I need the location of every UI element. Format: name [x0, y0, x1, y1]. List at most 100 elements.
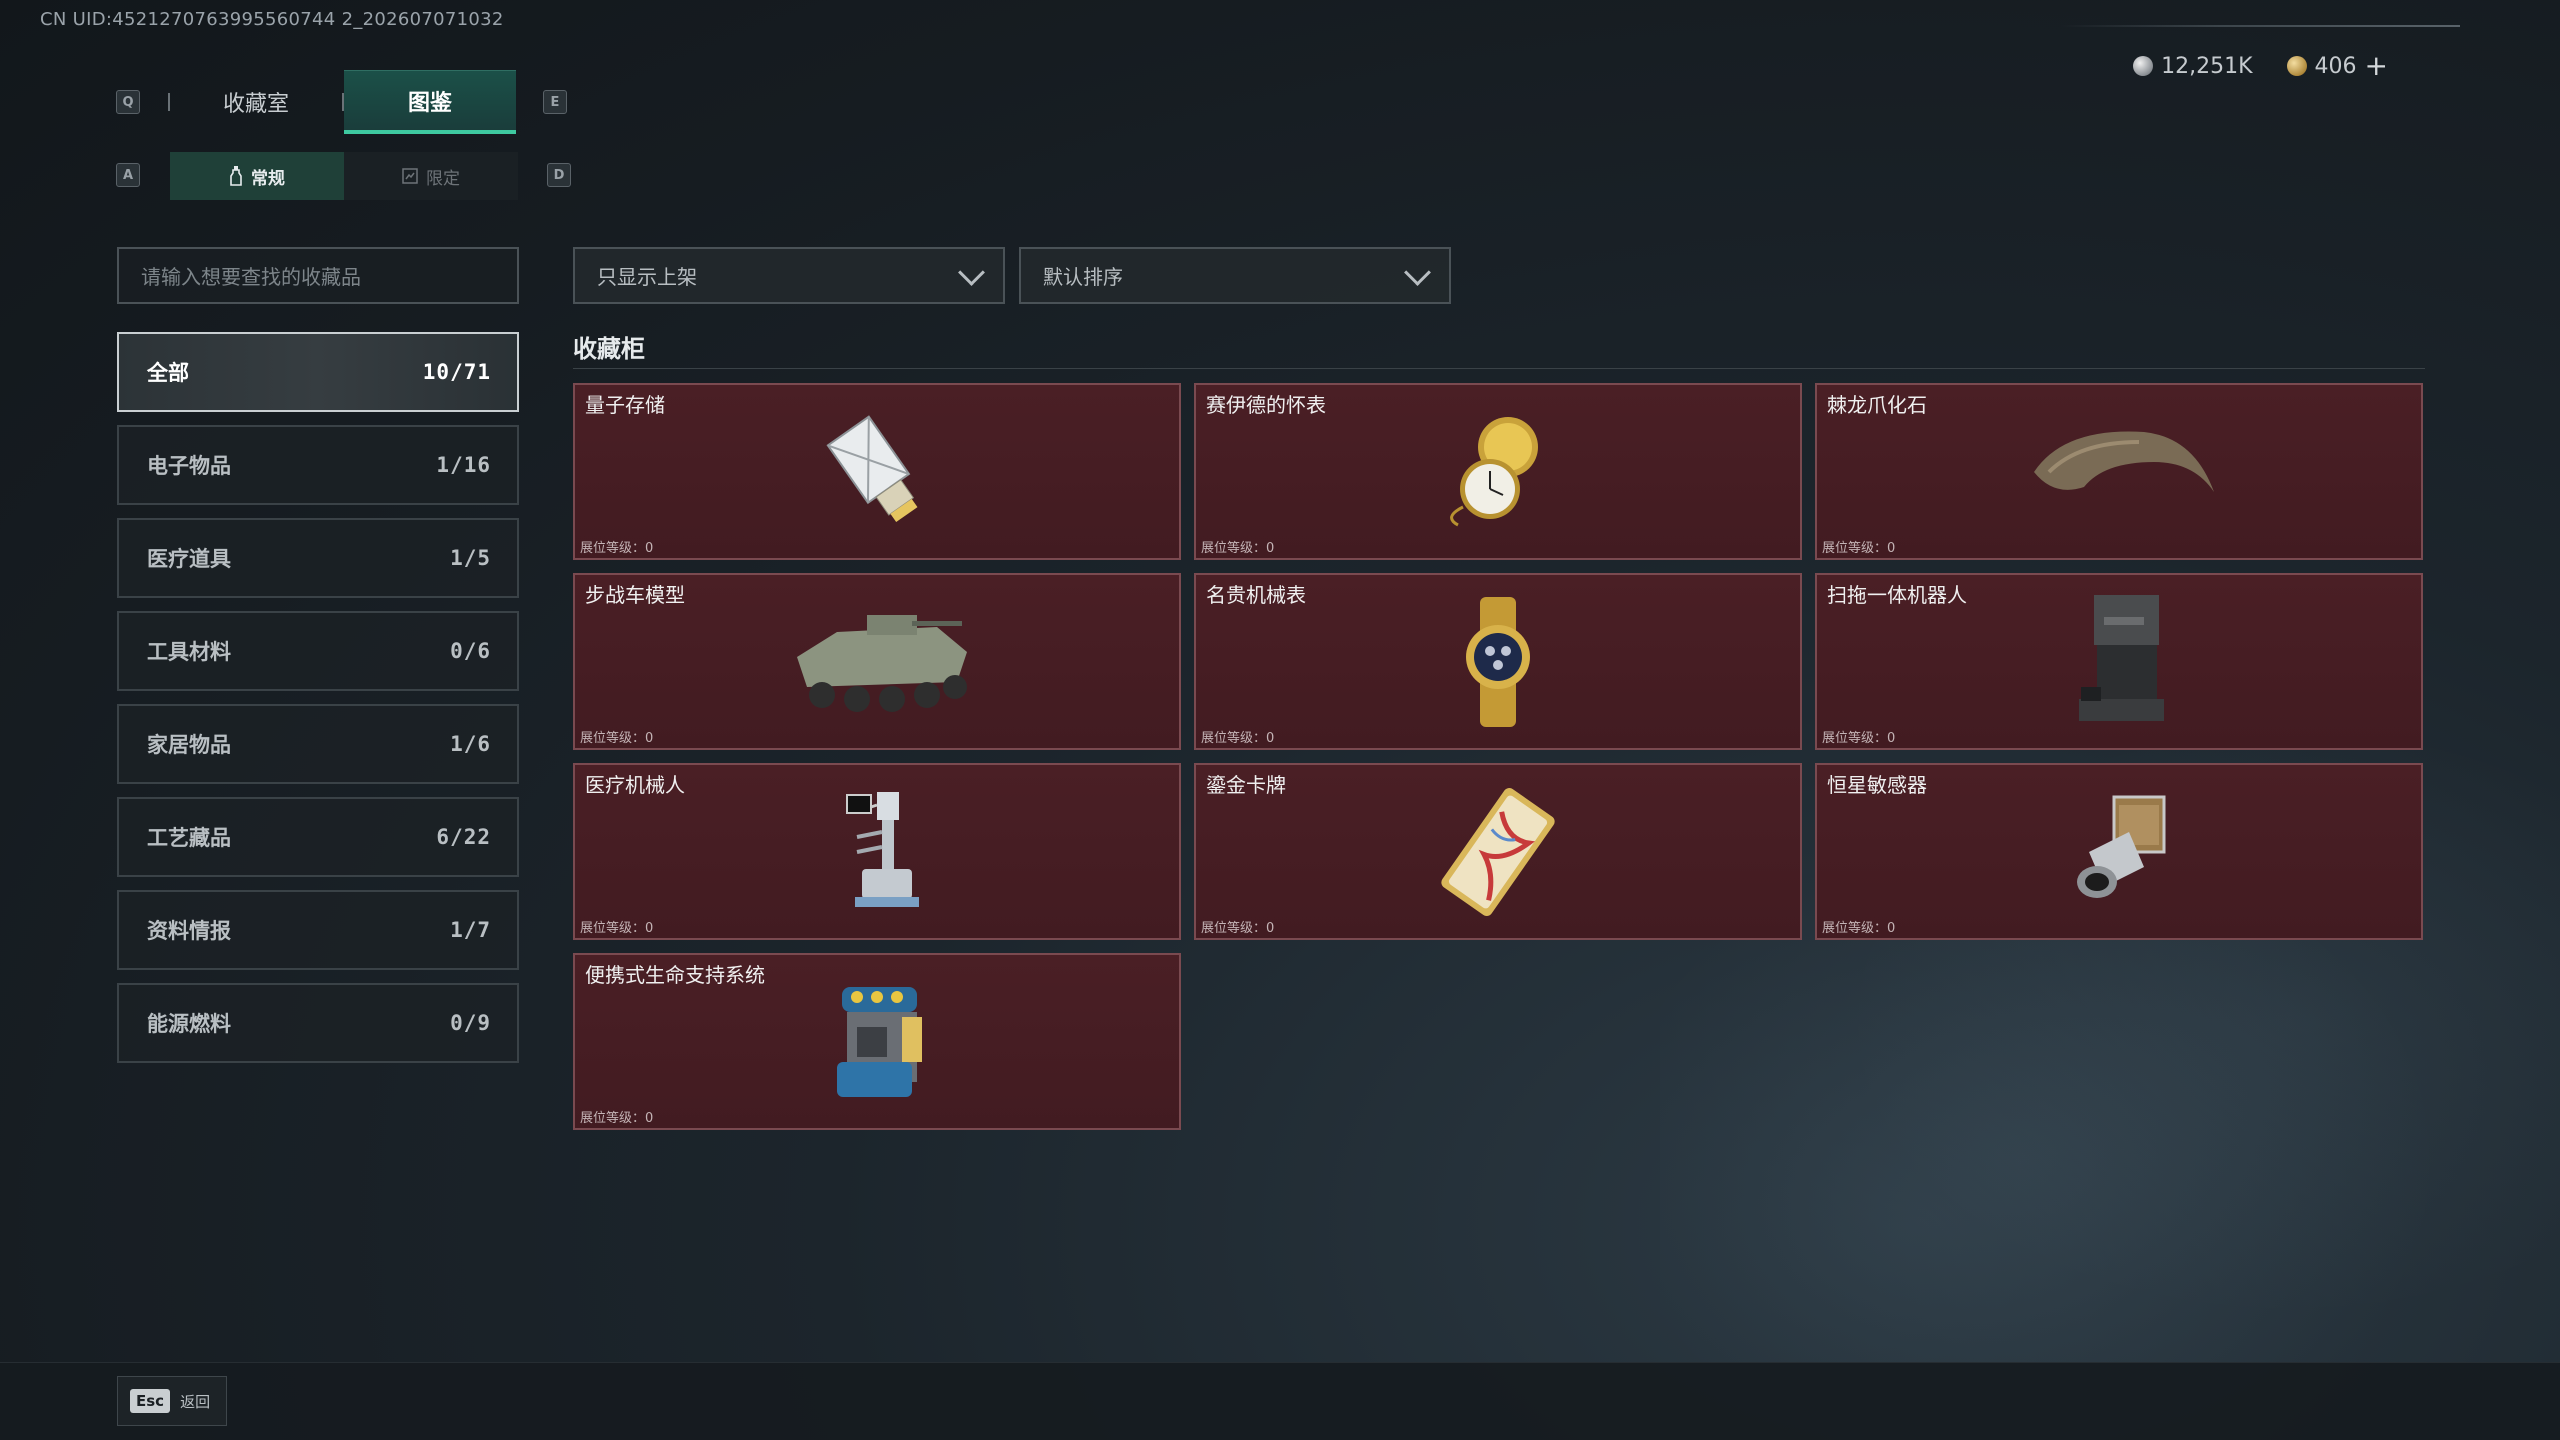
item-card[interactable]: 棘龙爪化石 展位等级：0	[1815, 383, 2423, 560]
key-hint-e: E	[543, 90, 567, 114]
silver-currency: 12,251K	[2133, 53, 2253, 79]
bottle-icon	[230, 166, 242, 186]
item-name: 赛伊德的怀表	[1206, 393, 1326, 417]
back-label: 返回	[180, 1392, 211, 1411]
display-level: 展位等级：0	[580, 921, 654, 936]
limited-icon	[402, 168, 418, 184]
sort-dropdown[interactable]: 默认排序	[1019, 247, 1451, 304]
key-hint-a: A	[116, 163, 140, 187]
item-card[interactable]: 名贵机械表 展位等级：0	[1194, 573, 1802, 750]
category-label: 电子物品	[147, 454, 231, 478]
category-intel[interactable]: 资料情报 1/7	[117, 890, 519, 970]
item-name: 恒星敏感器	[1827, 773, 1927, 797]
category-count: 6/22	[436, 825, 491, 849]
category-electronics[interactable]: 电子物品 1/16	[117, 425, 519, 505]
silver-coin-icon	[2133, 56, 2154, 76]
category-count: 0/6	[450, 639, 491, 663]
bottom-bar: Esc 返回	[0, 1362, 2560, 1440]
item-card[interactable]: 便携式生命支持系统 展位等级：0	[573, 953, 1181, 1130]
category-label: 能源燃料	[147, 1012, 231, 1036]
life-support-icon	[837, 986, 922, 1097]
display-level: 展位等级：0	[1201, 731, 1275, 746]
category-tools[interactable]: 工具材料 0/6	[117, 611, 519, 691]
tab-collection-room[interactable]: 收藏室	[170, 70, 342, 134]
display-level: 展位等级：0	[580, 731, 654, 746]
display-level: 展位等级：0	[1822, 921, 1896, 936]
gold-amount: 406	[2314, 53, 2357, 79]
key-hint-q: Q	[116, 90, 140, 114]
item-card[interactable]: 医疗机械人 展位等级：0	[573, 763, 1181, 940]
category-count: 1/5	[450, 546, 491, 570]
search-input[interactable]: 请输入想要查找的收藏品	[117, 247, 519, 304]
category-energy[interactable]: 能源燃料 0/9	[117, 983, 519, 1063]
category-count: 1/6	[450, 732, 491, 756]
item-card[interactable]: 量子存储 展位等级：0	[573, 383, 1181, 560]
gold-currency[interactable]: 406 +	[2286, 52, 2388, 80]
category-count: 10/71	[422, 360, 491, 384]
subtab-regular-label: 常规	[251, 168, 285, 189]
display-level: 展位等级：0	[1201, 541, 1275, 556]
item-name: 医疗机械人	[585, 773, 685, 797]
category-count: 1/7	[450, 918, 491, 942]
silver-amount: 12,251K	[2161, 53, 2253, 79]
category-household[interactable]: 家居物品 1/6	[117, 704, 519, 784]
player-uid: CN UID:4521270763995560744 2_20260707103…	[40, 9, 504, 30]
category-all[interactable]: 全部 10/71	[117, 332, 519, 412]
wristwatch-icon	[1466, 596, 1530, 727]
item-card[interactable]: 扫拖一体机器人 展位等级：0	[1815, 573, 2423, 750]
subtab-limited-label: 限定	[426, 168, 460, 189]
item-name: 步战车模型	[585, 583, 685, 607]
item-name: 棘龙爪化石	[1827, 393, 1927, 417]
category-label: 工艺藏品	[147, 826, 231, 850]
header-divider	[2060, 25, 2460, 27]
display-level: 展位等级：0	[580, 541, 654, 556]
shelf-filter-dropdown[interactable]: 只显示上架	[573, 247, 1005, 304]
subtab-regular[interactable]: 常规	[170, 152, 344, 200]
category-count: 1/16	[436, 453, 491, 477]
mop-robot-icon	[2079, 594, 2164, 721]
add-currency-icon[interactable]: +	[2365, 52, 2388, 80]
claw-fossil-icon	[2034, 431, 2214, 492]
chevron-down-icon	[1405, 265, 1427, 287]
ifv-model-icon	[797, 614, 967, 712]
usb-drive-icon	[826, 414, 918, 522]
display-level: 展位等级：0	[1201, 921, 1275, 936]
item-card[interactable]: 赛伊德的怀表 展位等级：0	[1194, 383, 1802, 560]
display-level: 展位等级：0	[1822, 731, 1896, 746]
category-label: 家居物品	[147, 733, 231, 757]
category-count: 0/9	[450, 1011, 491, 1035]
sub-tabs: 常规 限定	[170, 152, 518, 200]
item-name: 扫拖一体机器人	[1827, 583, 1967, 607]
display-level: 展位等级：0	[580, 1111, 654, 1126]
back-button[interactable]: Esc 返回	[117, 1376, 227, 1426]
tab-catalog[interactable]: 图鉴	[344, 70, 516, 134]
top-tabs: 收藏室 图鉴	[168, 70, 516, 134]
item-card[interactable]: 恒星敏感器 展位等级：0	[1815, 763, 2423, 940]
star-sensor-icon	[2077, 795, 2166, 898]
currency-bar: 12,251K 406 +	[2133, 52, 2388, 80]
display-level: 展位等级：0	[1822, 541, 1896, 556]
gold-coin-icon	[2286, 56, 2307, 76]
item-name: 名贵机械表	[1206, 583, 1306, 607]
chevron-down-icon	[959, 265, 981, 287]
medical-robot-icon	[846, 791, 919, 907]
gilded-card-icon	[1441, 787, 1555, 916]
item-name: 鎏金卡牌	[1206, 773, 1286, 797]
category-label: 工具材料	[147, 640, 231, 664]
category-crafts[interactable]: 工艺藏品 6/22	[117, 797, 519, 877]
esc-key-icon: Esc	[130, 1389, 171, 1413]
category-label: 全部	[147, 361, 189, 385]
shelf-filter-value: 只显示上架	[597, 265, 697, 289]
sort-value: 默认排序	[1043, 265, 1123, 289]
category-medical[interactable]: 医疗道具 1/5	[117, 518, 519, 598]
section-title: 收藏柜	[573, 335, 645, 363]
key-hint-d: D	[547, 163, 571, 187]
item-card[interactable]: 步战车模型 展位等级：0	[573, 573, 1181, 750]
category-label: 资料情报	[147, 919, 231, 943]
item-card[interactable]: 鎏金卡牌 展位等级：0	[1194, 763, 1802, 940]
category-label: 医疗道具	[147, 547, 231, 571]
pocket-watch-icon	[1450, 416, 1538, 526]
subtab-limited[interactable]: 限定	[344, 152, 518, 200]
section-divider	[573, 368, 2425, 369]
item-name: 便携式生命支持系统	[585, 963, 765, 987]
